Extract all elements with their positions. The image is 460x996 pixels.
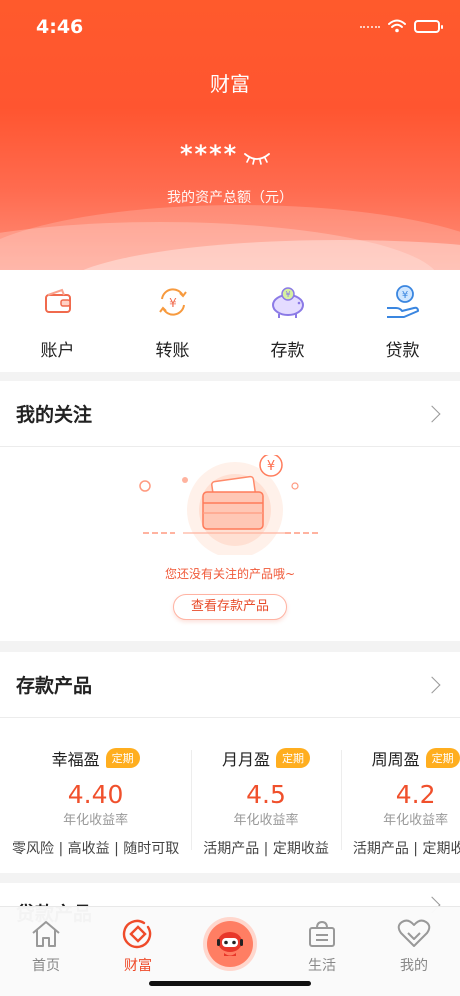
home-indicator xyxy=(149,981,311,986)
asset-total-label: 我的资产总额（元） xyxy=(167,190,293,206)
wallet-icon xyxy=(38,284,78,320)
product-card[interactable]: 月月盈 定期 4.5 年化收益率 活期产品 | 定期收益 xyxy=(191,718,341,873)
my-follows-header[interactable]: 我的关注 xyxy=(0,381,460,447)
product-card[interactable]: 幸福盈 定期 4.40 年化收益率 零风险 | 高收益 | 随时可取 xyxy=(0,718,191,873)
action-label: 转账 xyxy=(155,341,190,361)
heart-icon xyxy=(397,917,431,951)
empty-wallet-illustration: ¥ xyxy=(139,455,321,555)
empty-state-text: 您还没有关注的产品哦~ xyxy=(164,567,296,581)
tab-mine[interactable]: 我的 xyxy=(368,907,460,996)
tab-label: 财富 xyxy=(124,958,152,974)
page-title: 财富 xyxy=(210,72,250,96)
wealth-header: 4:46 财富 **** 我的资产总额（元） xyxy=(0,0,460,270)
tab-home[interactable]: 首页 xyxy=(0,907,92,996)
home-icon xyxy=(29,917,63,951)
action-label: 存款 xyxy=(270,341,305,361)
action-transfer[interactable]: ¥ 转账 xyxy=(115,270,230,372)
action-label: 贷款 xyxy=(385,341,420,361)
action-deposit[interactable]: ¥ 存款 xyxy=(230,270,345,372)
deposit-products-header[interactable]: 存款产品 xyxy=(0,652,460,718)
section-title: 存款产品 xyxy=(16,675,93,697)
product-rate: 4.5 xyxy=(246,780,286,809)
my-follows-section: 我的关注 ¥ 您还没有关注的产品哦~ 查看存款产品 xyxy=(0,381,460,641)
product-tag: 定期 xyxy=(276,748,311,768)
tab-label: 我的 xyxy=(400,958,428,974)
product-card[interactable]: 周周盈 定期 4.2 年化收益率 活期产品 | 定期收益 xyxy=(340,718,460,873)
product-rate: 4.2 xyxy=(395,780,436,809)
action-account[interactable]: 账户 xyxy=(0,270,115,372)
view-deposit-products-button[interactable]: 查看存款产品 xyxy=(173,594,287,620)
product-rate-label: 年化收益率 xyxy=(383,813,449,828)
chevron-right-icon xyxy=(423,676,441,693)
svg-text:¥: ¥ xyxy=(169,296,177,310)
wealth-icon xyxy=(121,917,155,951)
status-time: 4:46 xyxy=(36,16,84,38)
signal-icon xyxy=(360,26,380,30)
quick-actions: 账户 ¥ 转账 ¥ 存款 ¥ 贷款 xyxy=(0,270,460,372)
product-desc: 零风险 | 高收益 | 随时可取 xyxy=(12,841,180,857)
loan-icon: ¥ xyxy=(383,284,423,320)
robot-assistant-button[interactable] xyxy=(203,917,257,971)
product-rate: 4.40 xyxy=(67,780,124,809)
battery-icon xyxy=(414,19,443,33)
product-desc: 活期产品 | 定期收益 xyxy=(203,841,329,857)
transfer-icon: ¥ xyxy=(153,284,193,320)
product-name: 幸福盈 xyxy=(51,750,100,769)
product-name: 月月盈 xyxy=(222,750,271,769)
product-name: 周周盈 xyxy=(371,750,420,769)
section-title: 我的关注 xyxy=(16,404,93,426)
tab-label: 首页 xyxy=(32,958,60,974)
wifi-icon xyxy=(388,19,406,33)
status-bar: 4:46 xyxy=(0,16,460,40)
action-loan[interactable]: ¥ 贷款 xyxy=(345,270,460,372)
svg-text:¥: ¥ xyxy=(401,290,407,301)
svg-text:¥: ¥ xyxy=(285,290,290,299)
action-label: 账户 xyxy=(40,341,75,361)
tab-label: 生活 xyxy=(308,958,336,974)
product-rate-label: 年化收益率 xyxy=(233,813,299,828)
product-tag: 定期 xyxy=(425,748,460,768)
status-icons xyxy=(360,19,443,33)
shopping-bag-icon xyxy=(305,917,339,951)
chevron-right-icon xyxy=(423,405,441,422)
deposit-products-section: 存款产品 幸福盈 定期 4.40 年化收益率 零风险 | 高收益 | 随时可取 … xyxy=(0,652,460,873)
svg-text:¥: ¥ xyxy=(267,459,275,474)
product-rate-label: 年化收益率 xyxy=(63,813,129,828)
product-tag: 定期 xyxy=(105,748,140,768)
product-list: 幸福盈 定期 4.40 年化收益率 零风险 | 高收益 | 随时可取 月月盈 定… xyxy=(0,718,460,873)
piggy-bank-icon: ¥ xyxy=(268,284,308,320)
asset-total-masked: **** xyxy=(180,140,239,168)
robot-icon xyxy=(217,932,243,956)
product-desc: 活期产品 | 定期收益 xyxy=(352,841,460,857)
eye-closed-icon[interactable] xyxy=(243,148,271,168)
